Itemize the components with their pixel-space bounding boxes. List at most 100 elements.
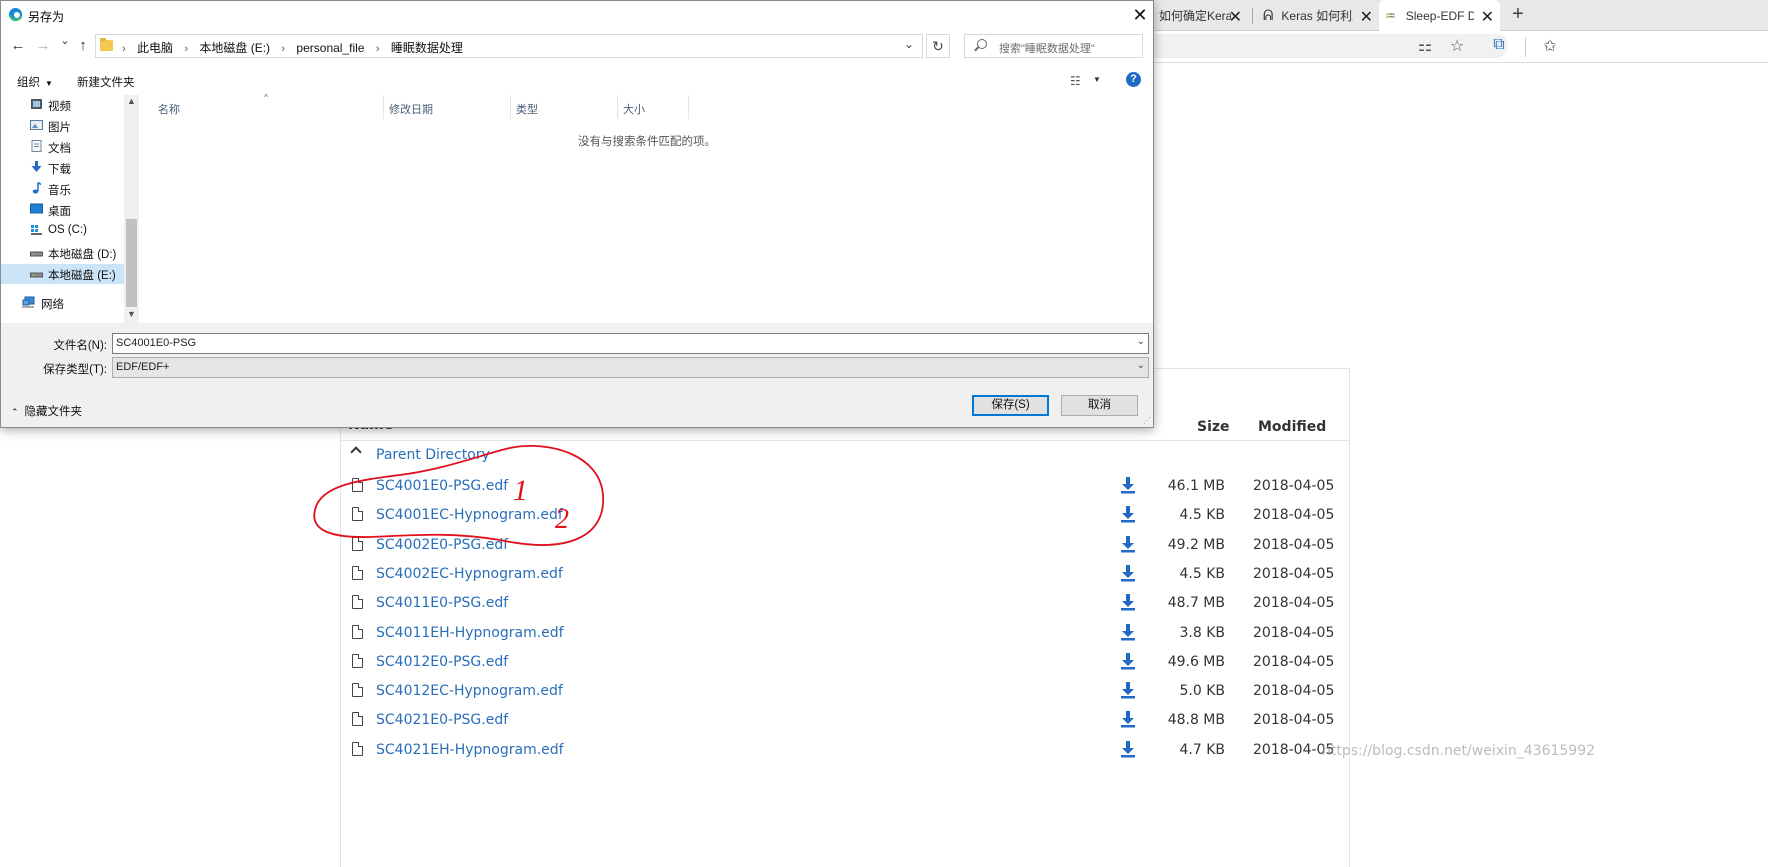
nav-item-downloads[interactable]: 下载 bbox=[1, 158, 124, 178]
file-icon bbox=[352, 478, 363, 492]
download-icon[interactable] bbox=[1120, 740, 1136, 758]
download-icon[interactable] bbox=[1120, 681, 1136, 699]
file-list-view: 名称 ^ 修改日期 类型 大小 没有与搜索条件匹配的项。 bbox=[141, 93, 1153, 323]
breadcrumb-separator[interactable]: › bbox=[122, 43, 126, 55]
new-folder-button[interactable]: 新建文件夹 bbox=[77, 74, 135, 90]
hide-folders-toggle[interactable]: ⌃ 隐藏文件夹 bbox=[11, 403, 82, 419]
file-link[interactable]: SC4012E0-PSG.edf bbox=[376, 654, 508, 670]
nav-item-network[interactable]: 网络 bbox=[1, 293, 124, 313]
translator-extension-icon[interactable]: ⧉ bbox=[1489, 36, 1509, 54]
column-header-name[interactable]: 名称 bbox=[158, 101, 180, 117]
view-dropdown-arrow-icon[interactable]: ▼ bbox=[1093, 75, 1101, 84]
browser-tab-0[interactable]: 如何确定Kera ✕ bbox=[1153, 0, 1248, 31]
favorite-star-icon[interactable]: ☆ bbox=[1447, 36, 1467, 56]
nav-item-drive-d[interactable]: 本地磁盘 (D:) bbox=[1, 243, 124, 263]
file-link[interactable]: SC4002E0-PSG.edf bbox=[376, 537, 508, 553]
file-size: 4.7 KB bbox=[1179, 741, 1226, 758]
file-row: SC4012E0-PSG.edf 49.6 MB 2018-04-05 bbox=[340, 648, 1350, 677]
download-icon[interactable] bbox=[1120, 535, 1136, 553]
column-divider[interactable] bbox=[617, 95, 618, 119]
recent-locations-chevron-icon[interactable]: ⌄ bbox=[56, 34, 74, 47]
help-icon[interactable]: ? bbox=[1126, 72, 1141, 87]
forward-button[interactable]: → bbox=[34, 37, 52, 54]
download-icon[interactable] bbox=[1120, 652, 1136, 670]
scroll-up-arrow-icon[interactable]: ▲ bbox=[127, 96, 136, 106]
refresh-button[interactable]: ↻ bbox=[926, 34, 950, 58]
column-divider[interactable] bbox=[383, 95, 384, 119]
download-icon[interactable] bbox=[1120, 564, 1136, 582]
download-icon[interactable] bbox=[1120, 505, 1136, 523]
breadcrumb-this-pc[interactable]: 此电脑 bbox=[137, 41, 173, 55]
translate-page-icon[interactable]: ⚏ bbox=[1415, 36, 1435, 56]
tab-close-icon[interactable]: ✕ bbox=[1481, 7, 1494, 27]
file-link[interactable]: SC4001EC-Hypnogram.edf bbox=[376, 507, 563, 523]
nav-item-label: 桌面 bbox=[48, 206, 71, 218]
browser-tab-1[interactable]: ᕱ Keras 如何利用 ✕ bbox=[1257, 0, 1379, 31]
address-history-chevron-icon[interactable]: ⌄ bbox=[904, 37, 914, 51]
scrollbar-thumb[interactable] bbox=[126, 219, 137, 307]
file-modified-date: 2018-04-05 bbox=[1253, 683, 1335, 700]
favorites-list-icon[interactable]: ✩ bbox=[1540, 36, 1560, 56]
nav-item-documents[interactable]: 文档 bbox=[1, 137, 124, 157]
breadcrumb-separator[interactable]: › bbox=[376, 43, 380, 55]
tab-close-icon[interactable]: ✕ bbox=[1229, 7, 1242, 27]
nav-item-pictures[interactable]: 图片 bbox=[1, 116, 124, 136]
folder-address-bar[interactable]: › 此电脑 › 本地磁盘 (E:) › personal_file › 睡眠数据… bbox=[95, 34, 923, 58]
breadcrumb-current-folder[interactable]: 睡眠数据处理 bbox=[391, 41, 463, 55]
tab-close-icon[interactable]: ✕ bbox=[1360, 7, 1373, 27]
scroll-down-arrow-icon[interactable]: ▼ bbox=[127, 309, 136, 319]
nav-item-music[interactable]: 音乐 bbox=[1, 179, 124, 199]
file-size: 3.8 KB bbox=[1179, 624, 1226, 641]
search-input[interactable]: 搜索"睡眠数据处理" bbox=[964, 34, 1143, 58]
cancel-button[interactable]: 取消 bbox=[1061, 395, 1138, 416]
file-link[interactable]: SC4021E0-PSG.edf bbox=[376, 712, 508, 728]
nav-item-videos[interactable]: 视频 bbox=[1, 95, 124, 115]
filename-input[interactable]: SC4001E0-PSG ⌄ bbox=[112, 333, 1149, 354]
breadcrumb-drive-e[interactable]: 本地磁盘 (E:) bbox=[199, 41, 270, 55]
download-icon[interactable] bbox=[1120, 476, 1136, 494]
chevron-down-icon[interactable]: ⌄ bbox=[1137, 336, 1145, 347]
breadcrumb-separator[interactable]: › bbox=[281, 43, 285, 55]
up-folder-button[interactable]: ↑ bbox=[74, 37, 92, 54]
file-link[interactable]: SC4011EH-Hypnogram.edf bbox=[376, 625, 564, 641]
browser-tab-2[interactable]: ♒ Sleep-EDF Dat ✕ bbox=[1379, 0, 1500, 31]
organize-menu-button[interactable]: 组织 ▼ bbox=[17, 74, 53, 90]
column-header-modified[interactable]: 修改日期 bbox=[389, 101, 433, 117]
nav-item-desktop[interactable]: 桌面 bbox=[1, 200, 124, 220]
breadcrumb-personal-file[interactable]: personal_file bbox=[296, 41, 364, 55]
new-tab-button[interactable]: + bbox=[1508, 3, 1528, 26]
column-header-size[interactable]: 大小 bbox=[623, 101, 645, 117]
file-link[interactable]: SC4012EC-Hypnogram.edf bbox=[376, 683, 563, 699]
download-icon[interactable] bbox=[1120, 710, 1136, 728]
save-button[interactable]: 保存(S) bbox=[972, 395, 1049, 416]
file-link[interactable]: SC4021EH-Hypnogram.edf bbox=[376, 742, 564, 758]
file-link[interactable]: SC4011E0-PSG.edf bbox=[376, 595, 508, 611]
back-button[interactable]: ← bbox=[9, 37, 27, 54]
navigation-scrollbar[interactable]: ▲ ▼ bbox=[124, 95, 139, 323]
file-link[interactable]: SC4001E0-PSG.edf bbox=[376, 478, 508, 494]
modified-column-header[interactable]: Modified bbox=[1258, 419, 1326, 435]
download-icon[interactable] bbox=[1120, 593, 1136, 611]
dialog-titlebar[interactable]: 另存为 ✕ bbox=[1, 1, 1153, 29]
nav-item-os-c[interactable]: OS (C:) bbox=[1, 221, 124, 241]
folder-icon bbox=[100, 38, 113, 51]
breadcrumb-separator[interactable]: › bbox=[184, 43, 188, 55]
column-header-type[interactable]: 类型 bbox=[516, 101, 538, 117]
size-column-header[interactable]: Size bbox=[1197, 419, 1230, 435]
chevron-down-icon[interactable]: ⌄ bbox=[1137, 360, 1145, 371]
view-options-icon[interactable]: ☷ bbox=[1070, 74, 1081, 88]
nav-item-label: 音乐 bbox=[48, 185, 71, 197]
nav-item-drive-e[interactable]: 本地磁盘 (E:) bbox=[1, 264, 124, 284]
filetype-select[interactable]: EDF/EDF+ ⌄ bbox=[112, 357, 1149, 378]
resize-grip-icon[interactable]: ⋰ bbox=[1143, 416, 1151, 425]
column-divider[interactable] bbox=[688, 95, 689, 119]
nav-item-label: 下载 bbox=[48, 164, 71, 176]
close-icon[interactable]: ✕ bbox=[1125, 1, 1155, 29]
column-divider[interactable] bbox=[510, 95, 511, 119]
download-icon[interactable] bbox=[1120, 623, 1136, 641]
save-options-panel: 文件名(N): SC4001E0-PSG ⌄ 保存类型(T): EDF/EDF+… bbox=[1, 323, 1153, 427]
file-link[interactable]: SC4002EC-Hypnogram.edf bbox=[376, 566, 563, 582]
filetype-label: 保存类型(T): bbox=[43, 364, 107, 376]
parent-directory-link[interactable]: Parent Directory bbox=[376, 447, 490, 463]
site-favicon-icon: ᕱ bbox=[1263, 7, 1274, 23]
